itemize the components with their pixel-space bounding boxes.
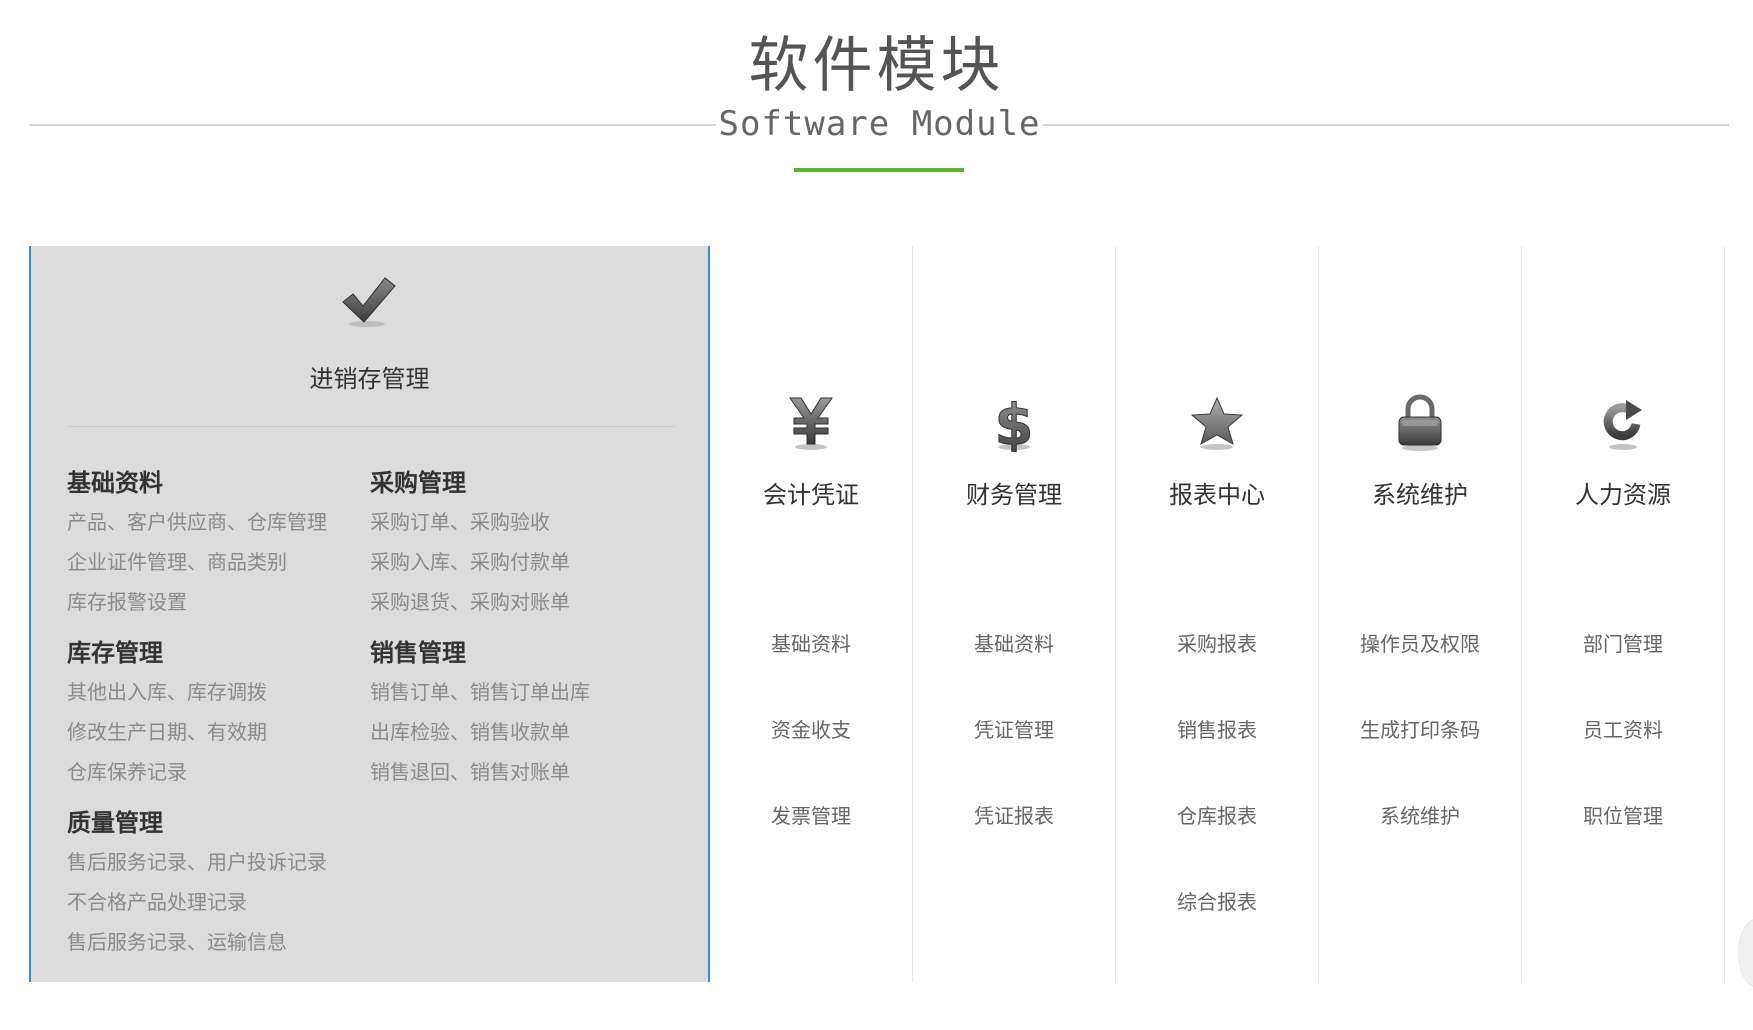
module-item-list: 部门管理 员工资料 职位管理 (1522, 626, 1724, 884)
module-item[interactable]: 生成打印条码 (1319, 712, 1521, 798)
feature-group-line: 销售订单、销售订单出库 (370, 680, 590, 704)
featured-column-left: 基础资料 产品、客户供应商、仓库管理 企业证件管理、商品类别 库存报警设置 库存… (67, 464, 367, 974)
feature-group-line: 不合格产品处理记录 (67, 890, 247, 914)
feature-group-line: 产品、客户供应商、仓库管理 (67, 510, 327, 534)
module-item[interactable]: 采购报表 (1116, 626, 1318, 712)
feature-group-title: 库存管理 (67, 639, 163, 667)
feature-group-line: 采购入库、采购付款单 (370, 550, 570, 574)
feature-group-line: 库存报警设置 (67, 590, 187, 614)
feature-group-line: 采购退货、采购对账单 (370, 590, 570, 614)
module-item[interactable]: 凭证管理 (913, 712, 1115, 798)
module-title: 会计凭证 (763, 481, 859, 509)
feature-group-line: 采购订单、采购验收 (370, 510, 550, 534)
module-title: 系统维护 (1372, 481, 1468, 509)
feature-group-line: 企业证件管理、商品类别 (67, 550, 287, 574)
featured-divider (67, 426, 675, 427)
lock-icon (1389, 394, 1451, 452)
module-item-list: 操作员及权限 生成打印条码 系统维护 (1319, 626, 1521, 884)
module-item[interactable]: 资金收支 (710, 712, 912, 798)
title-divider-right (1043, 124, 1729, 126)
scroll-top-button[interactable] (1738, 918, 1753, 988)
module-item[interactable]: 部门管理 (1522, 626, 1724, 712)
feature-group-title: 基础资料 (67, 469, 163, 497)
module-finance[interactable]: $ 财务管理 基础资料 凭证管理 凭证报表 (913, 246, 1116, 982)
module-item[interactable]: 职位管理 (1522, 798, 1724, 884)
featured-column-right: 采购管理 采购订单、采购验收 采购入库、采购付款单 采购退货、采购对账单 销售管… (370, 464, 670, 804)
page-title: 软件模块 (748, 31, 1005, 101)
checkmark-icon (339, 274, 399, 330)
feature-group-title: 采购管理 (370, 469, 466, 497)
feature-group-purchasing: 采购管理 采购订单、采购验收 采购入库、采购付款单 采购退货、采购对账单 (370, 464, 670, 634)
module-item[interactable]: 基础资料 (710, 626, 912, 712)
refresh-icon (1592, 394, 1654, 452)
feature-group-title: 销售管理 (370, 639, 466, 667)
module-human-resources[interactable]: 人力资源 部门管理 员工资料 职位管理 (1522, 246, 1725, 982)
module-title: 人力资源 (1575, 481, 1671, 509)
module-item[interactable]: 基础资料 (913, 626, 1115, 712)
module-item[interactable]: 仓库报表 (1116, 798, 1318, 884)
feature-group-quality: 质量管理 售后服务记录、用户投诉记录 不合格产品处理记录 售后服务记录、运输信息 (67, 804, 367, 974)
feature-group-line: 其他出入库、库存调拨 (67, 680, 267, 704)
module-report-center[interactable]: 报表中心 采购报表 销售报表 仓库报表 综合报表 (1116, 246, 1319, 982)
svg-text:$: $ (995, 394, 1034, 452)
module-item[interactable]: 销售报表 (1116, 712, 1318, 798)
feature-group-line: 仓库保养记录 (67, 760, 187, 784)
feature-group-title: 质量管理 (67, 809, 163, 837)
module-item-list: 基础资料 凭证管理 凭证报表 (913, 626, 1115, 884)
star-icon (1186, 394, 1248, 452)
module-title: 财务管理 (966, 481, 1062, 509)
module-item[interactable]: 综合报表 (1116, 884, 1318, 970)
feature-group-line: 售后服务记录、用户投诉记录 (67, 850, 327, 874)
module-title: 报表中心 (1169, 481, 1265, 509)
title-accent-underline (794, 168, 964, 172)
featured-module-inventory[interactable]: 进销存管理 基础资料 产品、客户供应商、仓库管理 企业证件管理、商品类别 库存报… (29, 246, 710, 982)
feature-group-line: 修改生产日期、有效期 (67, 720, 267, 744)
module-item[interactable]: 员工资料 (1522, 712, 1724, 798)
module-item-list: 采购报表 销售报表 仓库报表 综合报表 (1116, 626, 1318, 970)
yen-icon (780, 394, 842, 452)
feature-group-basic-data: 基础资料 产品、客户供应商、仓库管理 企业证件管理、商品类别 库存报警设置 (67, 464, 367, 634)
feature-group-inventory: 库存管理 其他出入库、库存调拨 修改生产日期、有效期 仓库保养记录 (67, 634, 367, 804)
feature-group-sales: 销售管理 销售订单、销售订单出库 出库检验、销售收款单 销售退回、销售对账单 (370, 634, 670, 804)
feature-group-line: 出库检验、销售收款单 (370, 720, 570, 744)
title-divider-left (29, 124, 716, 126)
module-item[interactable]: 凭证报表 (913, 798, 1115, 884)
feature-group-line: 售后服务记录、运输信息 (67, 930, 287, 954)
dollar-icon: $ (983, 393, 1045, 459)
module-item[interactable]: 系统维护 (1319, 798, 1521, 884)
page-subtitle: Software Module (718, 104, 1041, 144)
module-system-maintenance[interactable]: 系统维护 操作员及权限 生成打印条码 系统维护 (1319, 246, 1522, 982)
module-item[interactable]: 发票管理 (710, 798, 912, 884)
feature-group-line: 销售退回、销售对账单 (370, 760, 570, 784)
module-item[interactable]: 操作员及权限 (1319, 626, 1521, 712)
module-item-list: 基础资料 资金收支 发票管理 (710, 626, 912, 884)
module-accounting-voucher[interactable]: 会计凭证 基础资料 资金收支 发票管理 (710, 246, 913, 982)
featured-module-title: 进销存管理 (309, 365, 430, 393)
